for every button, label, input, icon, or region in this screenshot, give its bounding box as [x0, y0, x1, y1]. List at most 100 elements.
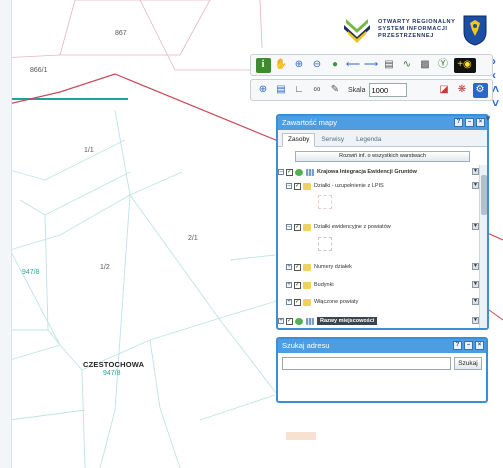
tab-zasoby[interactable]: Zasoby — [282, 133, 316, 147]
parcel-label: 1/1 — [84, 147, 94, 154]
expand-icon[interactable]: + — [278, 318, 284, 324]
expand-icon[interactable]: + — [286, 282, 292, 288]
address-search-input[interactable] — [282, 357, 451, 370]
layer-label: Razwy miejscowości — [317, 317, 378, 325]
search-button[interactable]: Szukaj — [454, 357, 482, 370]
expand-all-button[interactable]: Rozwiń inf. o wszystkich warstwach — [295, 151, 470, 162]
eye-toggle-icon[interactable]: +◉ — [453, 57, 476, 73]
minimize-icon[interactable]: – — [465, 118, 474, 127]
collapse-icon[interactable]: – — [278, 169, 284, 175]
layer-label: Krajowa Integracja Ewidencji Gruntów — [317, 169, 417, 175]
print-pdf-icon[interactable]: ◪ — [437, 83, 452, 98]
layer-legend-preview — [318, 237, 332, 251]
collapse-icon[interactable]: – — [286, 224, 292, 230]
help-icon[interactable]: ? — [454, 118, 463, 127]
help-icon[interactable]: Ⓨ — [436, 58, 451, 73]
scale-label: Skala — [348, 86, 366, 94]
scrollbar-thumb[interactable] — [481, 175, 487, 215]
info-icon[interactable]: i — [255, 57, 271, 73]
chevron-down-icon[interactable]: ˅ — [492, 96, 502, 110]
chevron-right-icon[interactable]: › — [492, 54, 502, 68]
layer-menu-icon[interactable]: ▼ — [472, 182, 479, 189]
tab-serwisy[interactable]: Serwisy — [315, 133, 350, 146]
main-toolbar: i ✋ ⊕ ⊖ ● ⟵ ⟶ ▤ ∿ ▩ Ⓨ +◉ — [250, 54, 493, 76]
layer-folder-icon — [303, 223, 311, 231]
layer-label: Działki ewidencyjne z powiatów — [314, 224, 391, 230]
layer-tree: – ✓ Krajowa Integracja Ewidencji Gruntów… — [278, 165, 487, 328]
layer-group-icon — [306, 317, 314, 325]
parcel-label: 947/8 — [22, 269, 40, 276]
crosshair-icon[interactable]: ⊕ — [256, 83, 271, 98]
parcel-label: 866/1 — [30, 67, 48, 74]
measure-icon[interactable]: ∟ — [292, 83, 307, 98]
help-icon[interactable]: ? — [453, 341, 462, 350]
logo-line-1: OTWARTY REGIONALNY — [378, 19, 456, 25]
layer-checkbox[interactable]: ✓ — [294, 298, 301, 306]
layer-row: – ✓ Krajowa Integracja Ewidencji Gruntów — [278, 167, 417, 177]
parcel-label: 947/8 — [103, 370, 121, 377]
layer-checkbox[interactable]: ✓ — [286, 317, 293, 325]
logo-line-2: SYSTEM INFORMACJI — [378, 26, 448, 32]
layer-label: Włączone powiaty — [314, 299, 359, 305]
pan-hand-icon[interactable]: ✋ — [274, 58, 289, 73]
parcel-label: 867 — [115, 30, 127, 37]
layer-row: – ✓ Działki ewidencyjne z powiatów — [286, 222, 391, 232]
layer-scrollbar[interactable] — [479, 165, 487, 328]
building-footprint — [286, 432, 316, 440]
panel-title: Szukaj adresu — [282, 341, 330, 350]
layer-legend-preview — [318, 195, 332, 209]
layer-row: – ✓ Działki - uzupełnienie z LPIS — [286, 181, 384, 191]
parcel-label: 2/1 — [188, 235, 198, 242]
minimize-icon[interactable]: – — [464, 341, 473, 350]
layer-folder-icon — [303, 298, 311, 306]
print-icon[interactable]: ▤ — [382, 58, 397, 73]
expand-icon[interactable]: + — [286, 299, 292, 305]
expand-icon[interactable]: + — [286, 264, 292, 270]
layers-icon[interactable]: ▤ — [274, 83, 289, 98]
layer-folder-icon — [303, 263, 311, 271]
wrench-icon[interactable]: ⚙ — [472, 82, 488, 98]
layer-checkbox[interactable]: ✓ — [294, 263, 301, 271]
side-nav: › ‹ ˄ ˅ — [492, 54, 502, 110]
layer-menu-icon[interactable]: ▼ — [472, 281, 479, 288]
layer-folder-icon — [303, 281, 311, 289]
draw-icon[interactable]: ✎ — [328, 83, 343, 98]
layer-menu-icon[interactable]: ▼ — [472, 263, 479, 270]
layer-checkbox[interactable]: ✓ — [294, 281, 301, 289]
layer-menu-icon[interactable]: ▼ — [472, 168, 479, 175]
layer-label: Numery działek — [314, 264, 352, 270]
scale-input[interactable] — [368, 83, 407, 97]
layer-menu-icon[interactable]: ▼ — [472, 317, 479, 324]
left-frame — [0, 0, 12, 468]
layer-label: Budynki — [314, 282, 334, 288]
tab-legenda[interactable]: Legenda — [350, 133, 387, 146]
settings-icon[interactable]: ❋ — [455, 83, 470, 98]
layer-checkbox[interactable]: ✓ — [294, 182, 301, 190]
chevron-up-icon[interactable]: ˄ — [492, 82, 502, 96]
parcel-label: 1/2 — [100, 264, 110, 271]
layer-label: Działki - uzupełnienie z LPIS — [314, 183, 384, 189]
chart-icon[interactable]: ∿ — [400, 58, 415, 73]
close-icon[interactable]: × — [475, 341, 484, 350]
chevron-left-icon[interactable]: ‹ — [492, 68, 502, 82]
panel-title: Zawartość mapy — [282, 118, 338, 127]
silesia-crest-icon — [463, 15, 487, 46]
layer-menu-icon[interactable]: ▼ — [472, 223, 479, 230]
layer-group-icon — [306, 168, 314, 176]
wms-service-icon — [295, 317, 303, 325]
logo-line-3: PRZESTRZENNEJ — [378, 33, 434, 39]
zoom-in-icon[interactable]: ⊕ — [292, 58, 307, 73]
link-icon[interactable]: ∞ — [310, 83, 325, 98]
orsip-chevron-icon — [344, 19, 370, 43]
layer-checkbox[interactable]: ✓ — [286, 168, 293, 176]
lock-icon[interactable]: ▩ — [418, 58, 433, 73]
layers-panel: Zawartość mapy ? – × Zasoby Serwisy Lege… — [276, 114, 489, 330]
collapse-icon[interactable]: – — [286, 183, 292, 189]
panel-tabs: Zasoby Serwisy Legenda — [278, 130, 487, 147]
layer-checkbox[interactable]: ✓ — [294, 223, 301, 231]
forward-arrow-icon[interactable]: ⟶ — [364, 58, 379, 73]
globe-icon[interactable]: ● — [328, 58, 343, 73]
zoom-out-icon[interactable]: ⊖ — [310, 58, 325, 73]
layer-menu-icon[interactable]: ▼ — [472, 298, 479, 305]
back-arrow-icon[interactable]: ⟵ — [346, 58, 361, 73]
